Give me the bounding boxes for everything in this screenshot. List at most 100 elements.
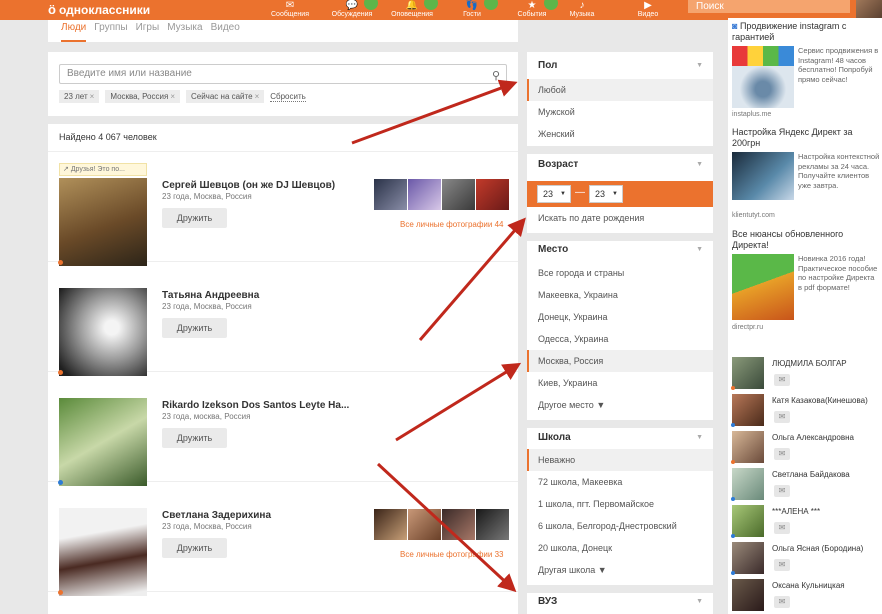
friend-name[interactable]: ***АЛЕНА *** (772, 507, 820, 516)
nav-notifications[interactable]: 🔔 Оповещения (382, 0, 442, 20)
photo-thumb[interactable] (442, 509, 475, 540)
age-to-select[interactable]: 23 ▼ (589, 185, 623, 203)
person-name[interactable]: Сергей Шевцов (он же DJ Шевцов) (162, 180, 335, 191)
ad-text[interactable]: Сервис продвижения в Instagram! 48 часов… (798, 46, 880, 84)
filter-school-1[interactable]: 1 школа, пгт. Первомайское (527, 493, 713, 515)
ad-title[interactable]: ◙ Продвижение instagram с гарантией (732, 21, 878, 43)
nav-music[interactable]: ♪ Музыка (552, 0, 612, 20)
add-friend-button[interactable]: Дружить (162, 428, 227, 448)
photo-thumb[interactable] (476, 179, 509, 210)
reset-filters-link[interactable]: Сбросить (270, 92, 306, 102)
friend-online[interactable]: Ольга Ясная (Бородина) ✉ (731, 542, 882, 579)
filter-school-other[interactable]: Другая школа ▼ (527, 559, 713, 581)
header-search-input[interactable]: Поиск (688, 0, 850, 13)
avatar[interactable] (732, 579, 764, 611)
person-name[interactable]: Светлана Задерихина (162, 510, 271, 521)
ad-source[interactable]: directpr.ru (732, 324, 763, 331)
filter-school-72[interactable]: 72 школа, Макеевка (527, 471, 713, 493)
filter-place-makeevka[interactable]: Макеевка, Украина (527, 284, 713, 306)
avatar[interactable] (732, 505, 764, 537)
nav-discussions[interactable]: 💬 Обсуждения (322, 0, 382, 20)
chip-city[interactable]: Москва, Россия × (105, 90, 180, 103)
friend-online[interactable]: Ольга Александровна ✉ (731, 431, 882, 468)
avatar[interactable] (732, 431, 764, 463)
photo-thumb[interactable] (408, 179, 441, 210)
message-icon[interactable]: ✉ (774, 522, 790, 534)
photo-thumb[interactable] (374, 509, 407, 540)
chevron-down-icon[interactable]: ▼ (696, 62, 703, 69)
age-from-select[interactable]: 23 ▼ (537, 185, 571, 203)
filter-gender-female[interactable]: Женский (527, 123, 713, 145)
search-by-birthdate-link[interactable]: Искать по дате рождения (527, 207, 713, 229)
chevron-down-icon[interactable]: ▼ (696, 161, 703, 168)
ad-text[interactable]: Новинка 2016 года! Практическое пособие … (798, 254, 880, 292)
avatar[interactable] (732, 357, 764, 389)
filter-place-moscow[interactable]: Москва, Россия (527, 350, 713, 372)
tab-music[interactable]: Музыка (167, 22, 202, 42)
avatar[interactable] (732, 542, 764, 574)
user-avatar[interactable] (856, 0, 882, 18)
ad-image[interactable] (732, 66, 794, 108)
ad-image[interactable] (732, 46, 794, 66)
filter-gender-any[interactable]: Любой (527, 79, 713, 101)
person-photo[interactable] (59, 288, 147, 376)
friend-online[interactable]: Светлана Байдакова ✉ (731, 468, 882, 505)
message-icon[interactable]: ✉ (774, 374, 790, 386)
friend-online[interactable]: ***АЛЕНА *** ✉ (731, 505, 882, 542)
filter-place-kiev[interactable]: Киев, Украина (527, 372, 713, 394)
filter-place-odessa[interactable]: Одесса, Украина (527, 328, 713, 350)
add-friend-button[interactable]: Дружить (162, 208, 227, 228)
chevron-down-icon[interactable]: ▼ (696, 598, 703, 605)
nav-messages[interactable]: ✉ Сообщения (260, 0, 320, 20)
nav-guests[interactable]: 👣 Гости (442, 0, 502, 20)
tab-games[interactable]: Игры (136, 22, 160, 42)
all-photos-link[interactable]: Все личные фотографии 44 (400, 220, 504, 229)
person-photo[interactable] (59, 508, 147, 596)
ad-source[interactable]: klientutyt.com (732, 212, 775, 219)
photo-thumb[interactable] (476, 509, 509, 540)
close-icon[interactable]: × (255, 92, 260, 101)
logo[interactable]: ö одноклассники (48, 2, 150, 17)
filter-place-title[interactable]: Место (538, 244, 568, 255)
ad-image[interactable] (732, 254, 794, 320)
person-name[interactable]: Rikardo Izekson Dos Santos Leyte Ha... (162, 400, 349, 411)
ad-source[interactable]: instaplus.me (732, 111, 771, 118)
friend-online[interactable]: ЛЮДМИЛА БОЛГАР ✉ (731, 357, 882, 394)
filter-place-donetsk[interactable]: Донецк, Украина (527, 306, 713, 328)
chip-online[interactable]: Сейчас на сайте × (185, 90, 265, 103)
avatar[interactable] (732, 394, 764, 426)
message-icon[interactable]: ✉ (774, 559, 790, 571)
photo-thumb[interactable] (408, 509, 441, 540)
filter-school-6[interactable]: 6 школа, Белгород-Днестровский (527, 515, 713, 537)
person-photo[interactable] (59, 178, 147, 266)
message-icon[interactable]: ✉ (774, 596, 790, 608)
avatar[interactable] (732, 468, 764, 500)
filter-gender-title[interactable]: Пол (538, 60, 557, 71)
ad-text[interactable]: Настройка контекстной рекламы за 24 часа… (798, 152, 880, 190)
friend-name[interactable]: Ольга Ясная (Бородина) (772, 544, 863, 553)
friend-online[interactable]: Оксана Кульницкая ✉ (732, 579, 882, 614)
add-friend-button[interactable]: Дружить (162, 318, 227, 338)
chevron-down-icon[interactable]: ▼ (696, 246, 703, 253)
message-icon[interactable]: ✉ (774, 411, 790, 423)
message-icon[interactable]: ✉ (774, 485, 790, 497)
tab-people[interactable]: Люди (61, 22, 87, 42)
friend-name[interactable]: Светлана Байдакова (772, 470, 850, 479)
chip-age[interactable]: 23 лет × (59, 90, 100, 103)
person-photo[interactable] (59, 398, 147, 486)
photo-thumb[interactable] (374, 179, 407, 210)
ad-title[interactable]: Настройка Яндекс Директ за 200грн (732, 127, 878, 149)
filter-age-title[interactable]: Возраст (538, 159, 578, 170)
nav-video[interactable]: ▶ Видео (618, 0, 678, 20)
filter-school-20[interactable]: 20 школа, Донецк (527, 537, 713, 559)
friend-name[interactable]: Оксана Кульницкая (772, 581, 845, 590)
filter-university-title[interactable]: ВУЗ (538, 596, 557, 607)
tab-video[interactable]: Видео (211, 22, 240, 42)
tab-groups[interactable]: Группы (94, 22, 127, 42)
all-photos-link[interactable]: Все личные фотографии 33 (400, 550, 504, 559)
friend-online[interactable]: Катя Казакова(Кинешова) ✉ (731, 394, 882, 431)
search-icon[interactable]: ⚲ (492, 67, 500, 85)
people-search-input[interactable]: Введите имя или название ⚲ (59, 64, 507, 84)
ad-title[interactable]: Все нюансы обновленного Директа! (732, 229, 878, 251)
message-icon[interactable]: ✉ (774, 448, 790, 460)
